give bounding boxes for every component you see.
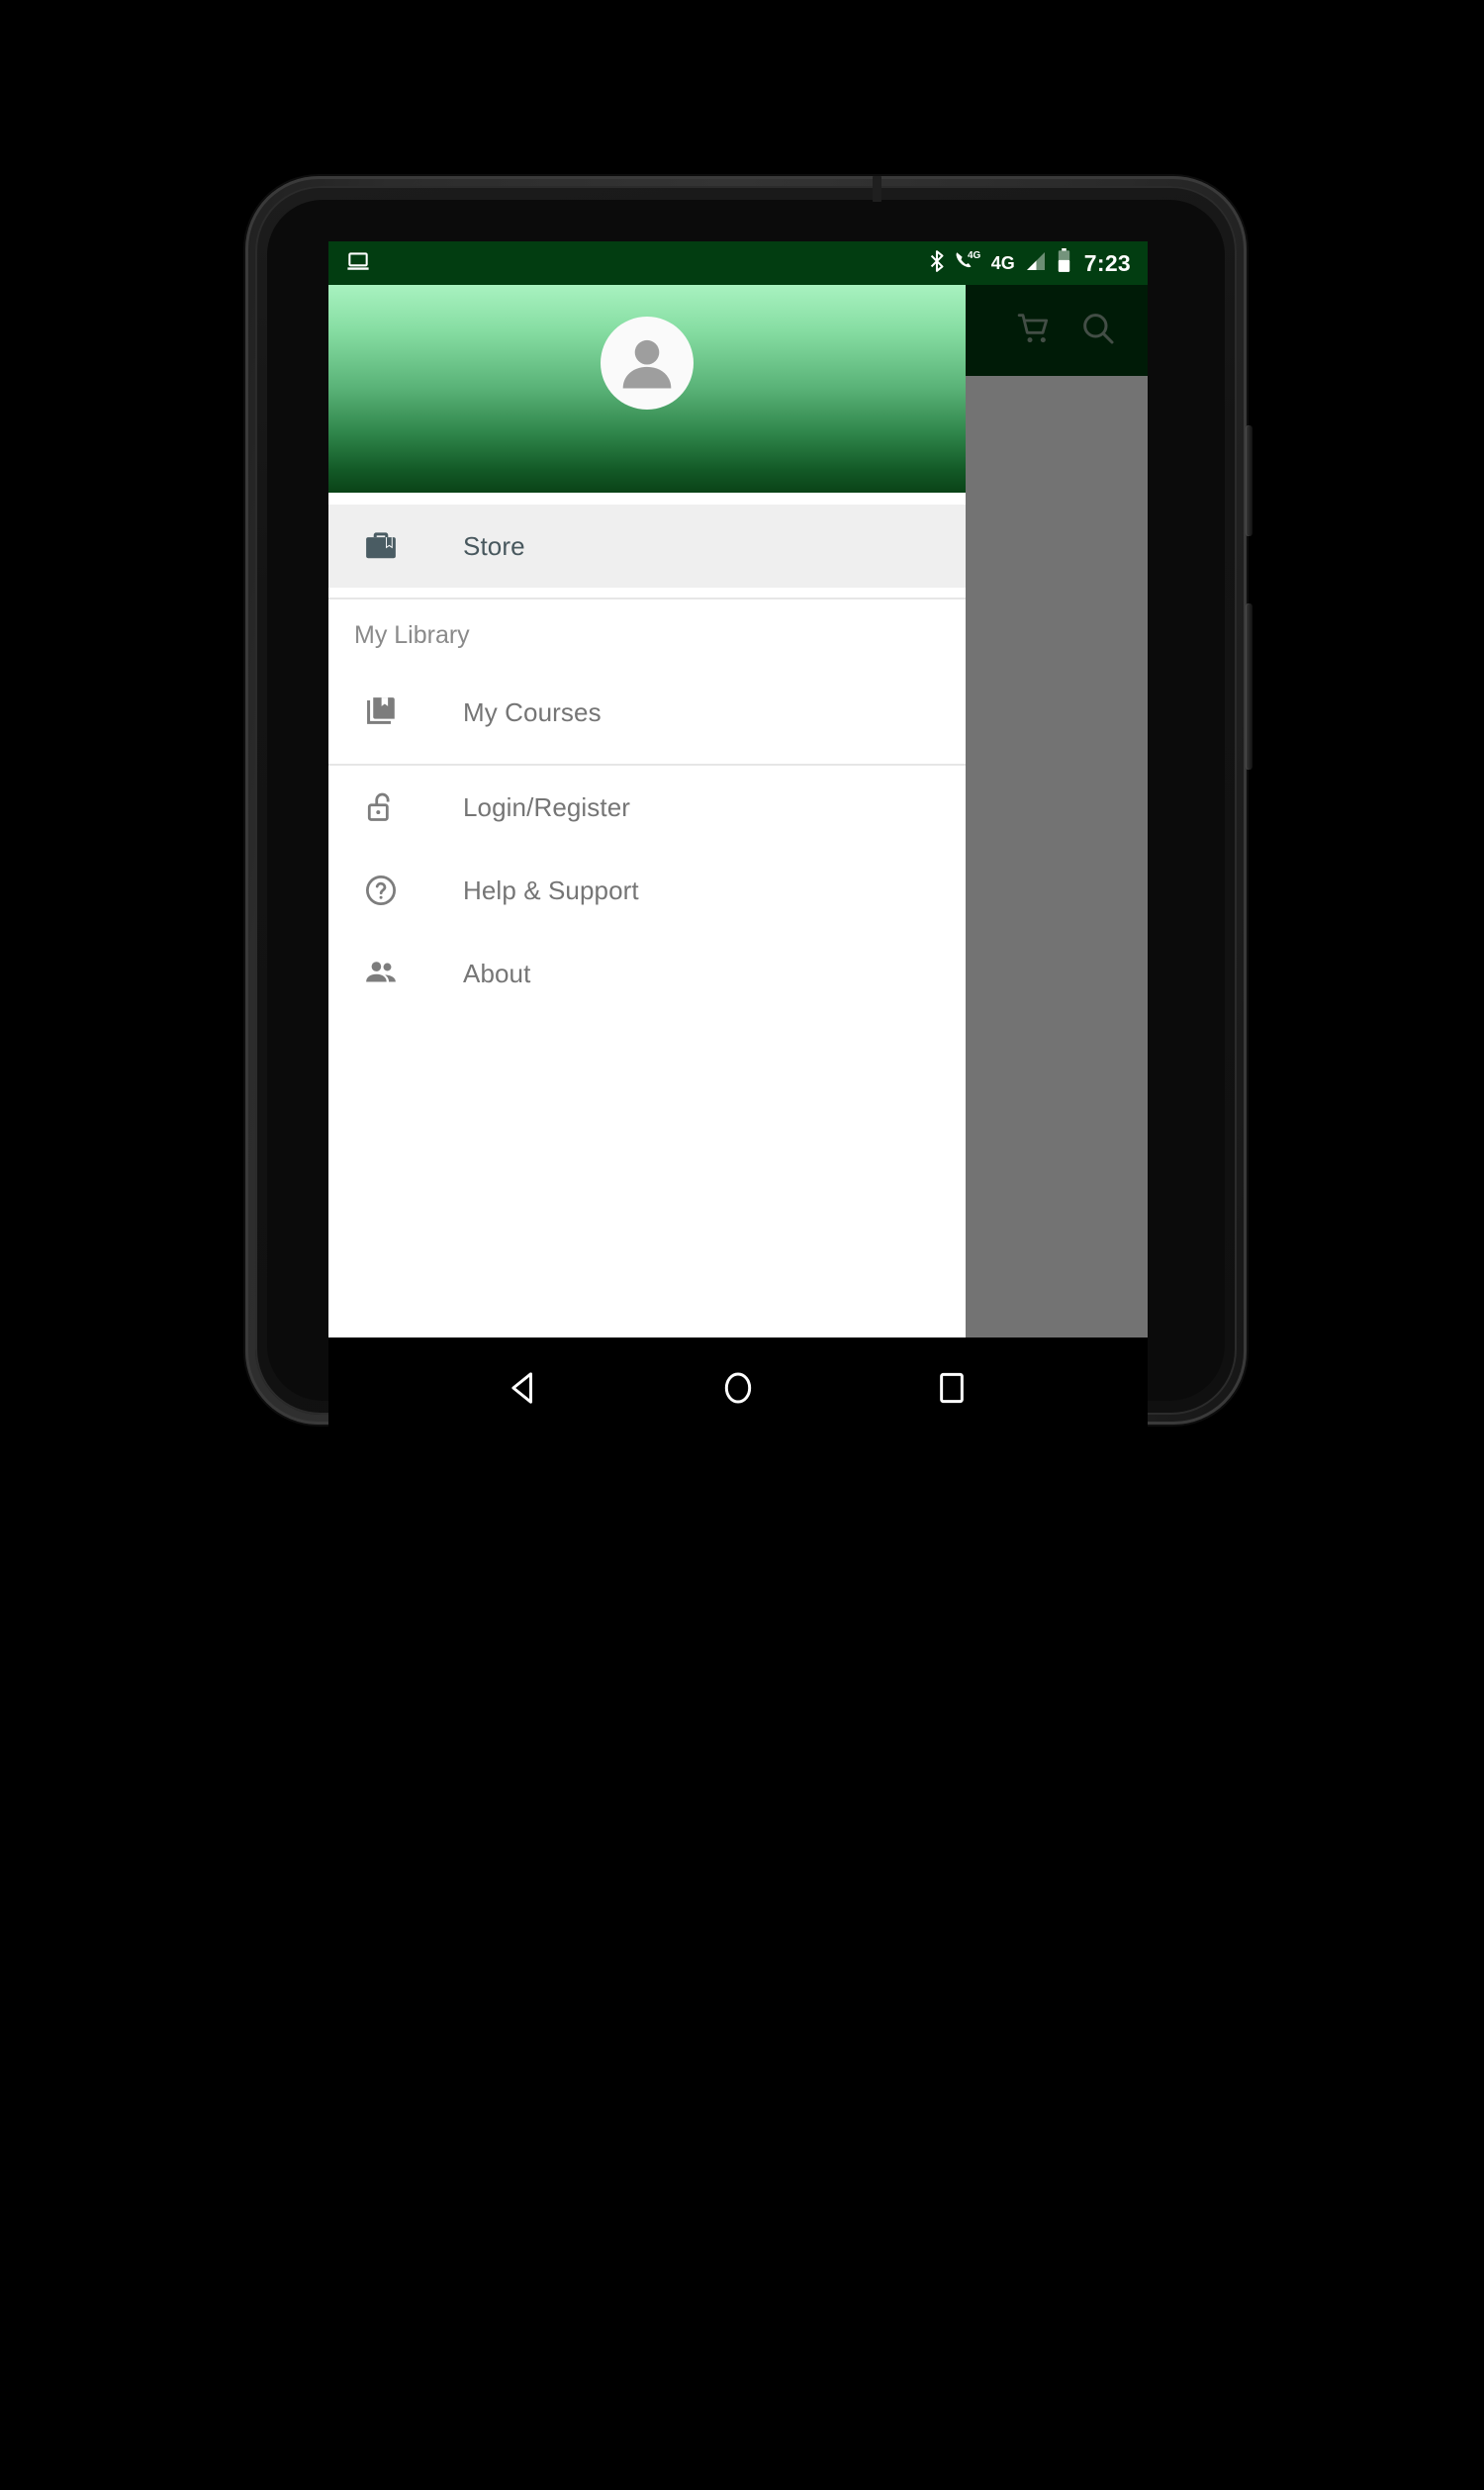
- home-circle-icon[interactable]: [715, 1365, 761, 1416]
- drawer-spacer-after-store: [328, 588, 966, 598]
- drawer-item-label: About: [463, 958, 531, 988]
- drawer-item-login-register[interactable]: Login/Register: [328, 766, 966, 849]
- avatar[interactable]: [601, 317, 694, 410]
- briefcase-store-icon: [362, 527, 408, 565]
- drawer-item-list: Store My Library My Courses Login/Regist…: [328, 493, 966, 1337]
- phone-device-frame: 4G 4G 7:23 Store My Library My Courses L…: [245, 176, 1252, 1442]
- drawer-item-my-courses[interactable]: My Courses: [328, 671, 966, 754]
- drawer-item-label: My Courses: [463, 696, 602, 727]
- people-group-icon: [362, 955, 408, 992]
- person-avatar-icon: [622, 339, 672, 389]
- status-bar-left-group: [345, 248, 371, 279]
- status-bar: 4G 4G 7:23: [328, 241, 1148, 285]
- laptop-cast-icon: [345, 248, 371, 279]
- battery-icon: [1057, 248, 1071, 278]
- help-circle-icon: [362, 872, 408, 909]
- android-navigation-bar: [328, 1337, 1148, 1442]
- drawer-spacer-after-courses: [328, 754, 966, 764]
- volume-button[interactable]: [1246, 603, 1252, 770]
- drawer-item-label: Login/Register: [463, 791, 631, 822]
- drawer-top-spacer: [328, 493, 966, 505]
- book-bookmark-icon: [362, 693, 408, 731]
- status-bar-clock: 7:23: [1083, 249, 1131, 276]
- navigation-drawer: Store My Library My Courses Login/Regist…: [328, 285, 966, 1337]
- bluetooth-icon: [928, 249, 946, 278]
- signal-bars-icon: [1024, 249, 1048, 278]
- drawer-item-help-support[interactable]: Help & Support: [328, 849, 966, 932]
- power-button[interactable]: [1246, 425, 1252, 536]
- volte-4g-call-icon: 4G: [955, 249, 982, 278]
- phone-screen: 4G 4G 7:23 Store My Library My Courses L…: [328, 241, 1148, 1337]
- back-triangle-icon[interactable]: [502, 1365, 547, 1416]
- drawer-header: [328, 285, 966, 493]
- antenna-band-line: [873, 176, 881, 202]
- drawer-section-title-my-library: My Library: [354, 620, 470, 649]
- status-bar-right-group: 4G 4G 7:23: [928, 248, 1131, 278]
- drawer-item-label: Help & Support: [463, 875, 639, 905]
- network-type-label: 4G: [990, 253, 1015, 273]
- drawer-item-store[interactable]: Store: [328, 505, 966, 588]
- unlock-padlock-icon: [362, 788, 408, 826]
- drawer-item-about[interactable]: About: [328, 932, 966, 1015]
- drawer-item-label: Store: [463, 530, 525, 561]
- svg-text:4G: 4G: [968, 250, 981, 261]
- recents-square-icon[interactable]: [929, 1365, 974, 1416]
